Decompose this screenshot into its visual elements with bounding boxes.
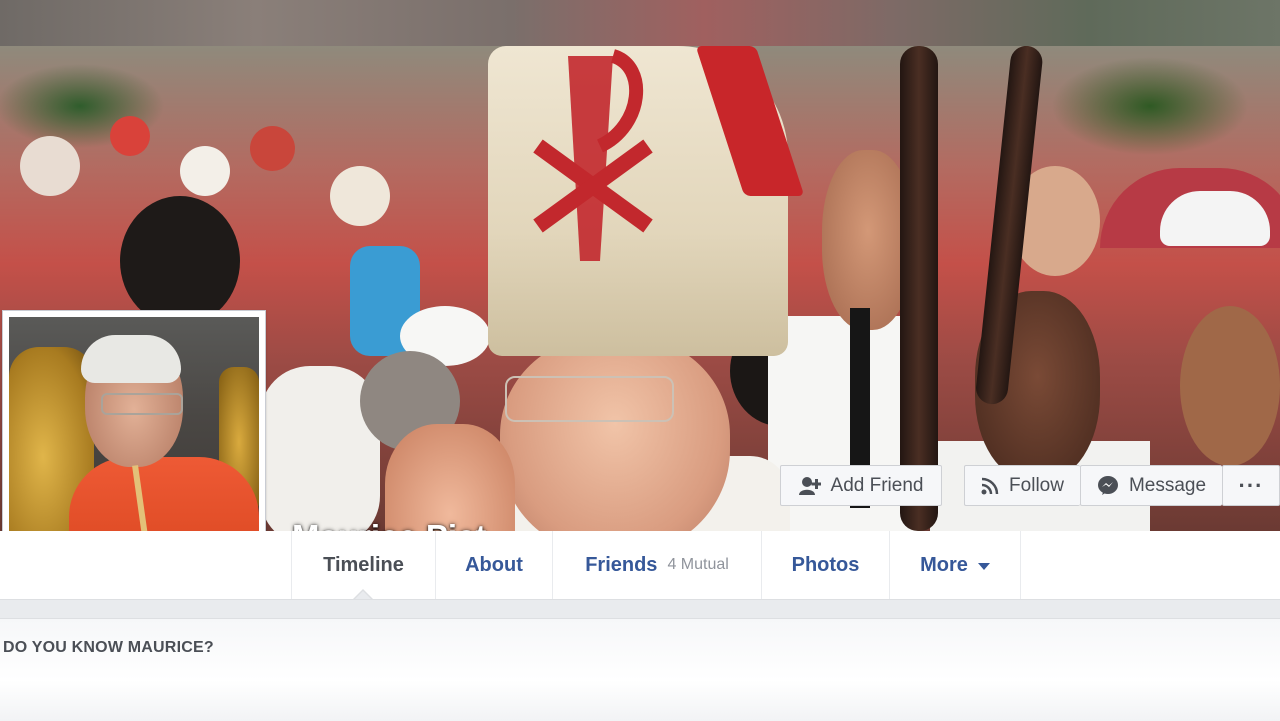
- message-button[interactable]: Message: [1080, 465, 1222, 506]
- message-label: Message: [1128, 474, 1207, 496]
- tab-more-label: More: [920, 553, 968, 576]
- profile-photo: [9, 317, 259, 567]
- messenger-icon: [1097, 475, 1119, 497]
- do-you-know-section: DO YOU KNOW MAURICE?: [0, 618, 1280, 721]
- follow-label: Follow: [1009, 474, 1064, 496]
- tab-timeline-label: Timeline: [323, 553, 404, 576]
- mutual-friends-count: 4 Mutual: [667, 556, 729, 573]
- add-friend-label: Add Friend: [830, 474, 924, 496]
- add-friend-button[interactable]: Add Friend: [780, 465, 942, 506]
- tab-photos[interactable]: Photos: [762, 531, 890, 599]
- tab-friends-label: Friends: [585, 553, 658, 576]
- do-you-know-title: DO YOU KNOW MAURICE?: [3, 639, 214, 656]
- profile-nav: Timeline About Friends 4 Mutual Photos M…: [0, 531, 1280, 600]
- rss-icon: [981, 477, 999, 495]
- caret-down-icon: [977, 554, 990, 577]
- follow-button[interactable]: Follow: [964, 465, 1080, 506]
- more-options-button[interactable]: ···: [1222, 465, 1280, 506]
- profile-name[interactable]: Maurice Piat: [292, 518, 486, 531]
- add-friend-icon: [798, 476, 821, 496]
- more-dots-icon: ···: [1238, 472, 1264, 498]
- tab-more[interactable]: More: [890, 531, 1021, 599]
- tab-about-label: About: [465, 553, 523, 576]
- tab-photos-label: Photos: [791, 553, 860, 576]
- tab-about[interactable]: About: [436, 531, 553, 599]
- tab-friends[interactable]: Friends 4 Mutual: [553, 531, 762, 599]
- background-strip: [0, 0, 1280, 46]
